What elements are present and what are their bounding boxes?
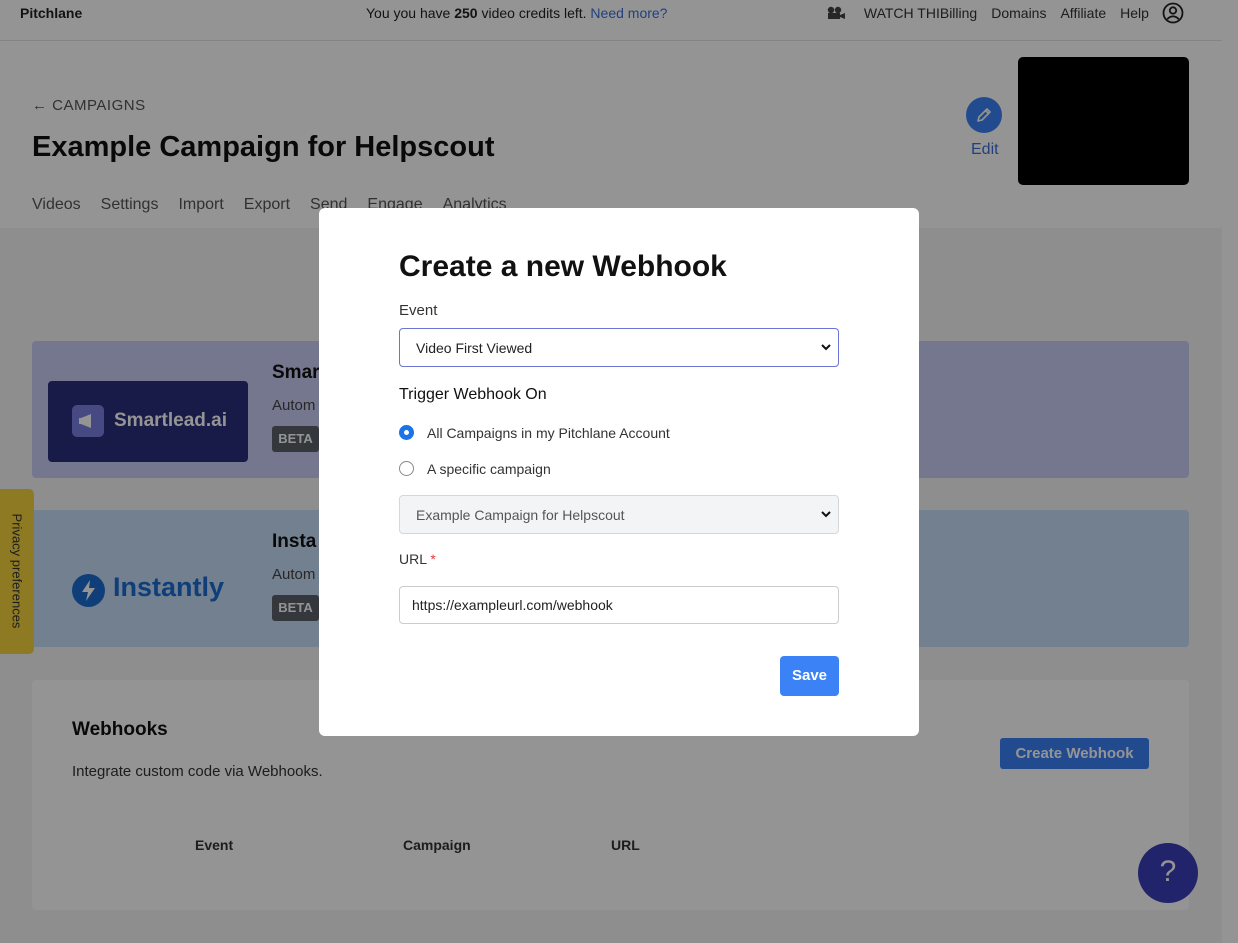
url-label-text: URL: [399, 551, 427, 567]
campaign-select-value: Example Campaign for Helpscout: [416, 507, 625, 523]
modal-title: Create a new Webhook: [399, 250, 727, 283]
radio-all-campaigns-label[interactable]: All Campaigns in my Pitchlane Account: [427, 425, 670, 441]
radio-specific-campaign[interactable]: [399, 461, 414, 476]
event-select-value: Video First Viewed: [416, 340, 533, 356]
campaign-select[interactable]: Example Campaign for Helpscout: [399, 495, 839, 534]
radio-all-campaigns[interactable]: [399, 425, 414, 440]
event-select[interactable]: Video First Viewed: [399, 328, 839, 367]
url-input[interactable]: https://exampleurl.com/webhook: [399, 586, 839, 624]
chevron-down-icon: [821, 511, 831, 518]
trigger-label: Trigger Webhook On: [399, 386, 547, 403]
save-button[interactable]: Save: [780, 656, 839, 696]
chevron-down-icon: [821, 344, 831, 351]
url-input-value: https://exampleurl.com/webhook: [412, 597, 613, 613]
event-label: Event: [399, 302, 438, 319]
create-webhook-modal: Create a new Webhook Event Video First V…: [319, 208, 919, 736]
required-asterisk: *: [430, 551, 436, 567]
radio-specific-campaign-label[interactable]: A specific campaign: [427, 461, 551, 477]
url-label: URL *: [399, 551, 436, 567]
